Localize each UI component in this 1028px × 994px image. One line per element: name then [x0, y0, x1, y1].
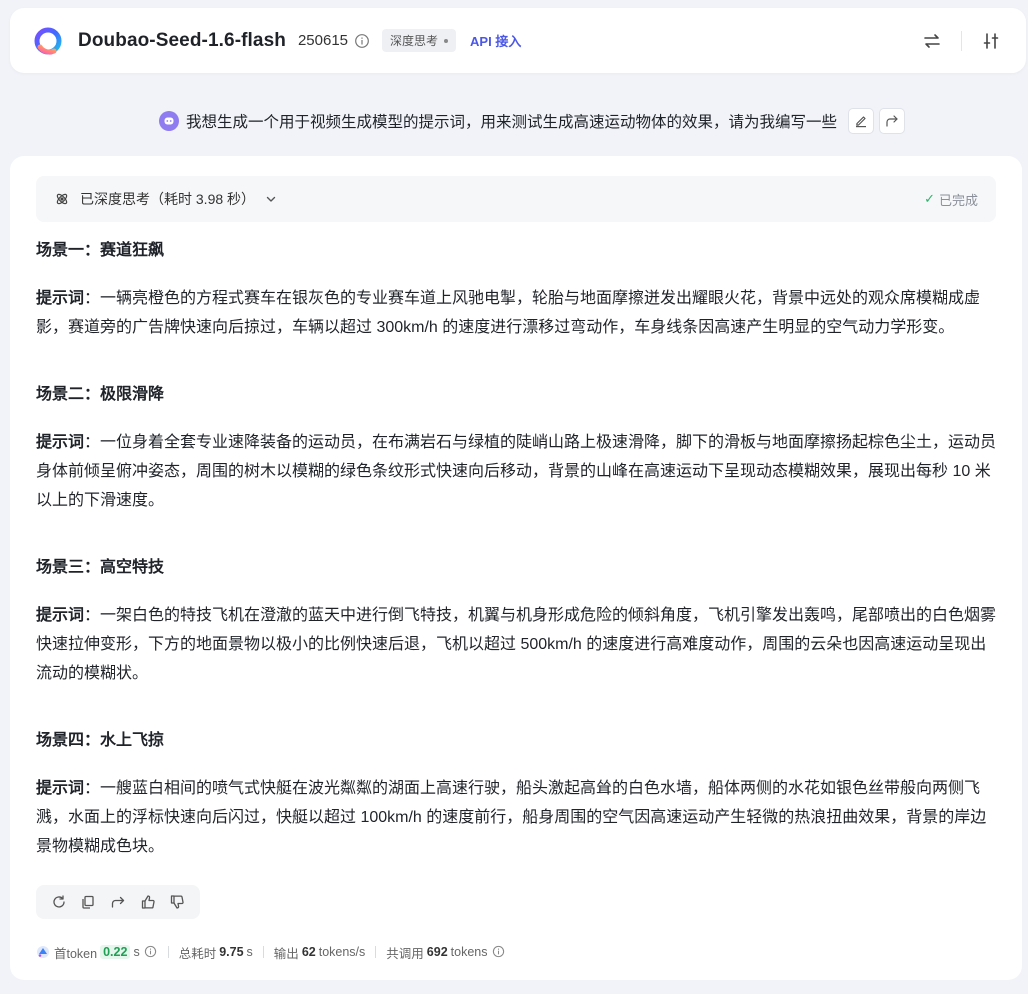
user-avatar-icon: [158, 111, 179, 131]
doubao-logo-icon: [34, 27, 62, 55]
thumbs-up-icon[interactable]: [140, 894, 156, 910]
deep-think-tag-label: 深度思考: [390, 34, 439, 48]
total-time-label: 总耗时: [178, 946, 217, 961]
think-status-label: 已完成: [938, 192, 978, 208]
scene-prompt: 提示词：一架白色的特技飞机在澄澈的蓝天中进行倒飞特技，机翼与机身形成危险的倾斜角…: [36, 601, 998, 688]
total-tokens-stat: 共调用 692 tokens: [386, 943, 505, 962]
prompt-prefix: 提示词: [36, 607, 85, 624]
info-icon[interactable]: [354, 33, 370, 49]
generation-stats: 首token 0.22 s 总耗时 9.75 s 输出 62 tokens/s …: [36, 941, 506, 963]
regenerate-icon[interactable]: [51, 894, 67, 910]
model-name: Doubao-Seed-1.6-flash: [78, 29, 286, 51]
scene-prompt-text: ：一架白色的特技飞机在澄澈的蓝天中进行倒飞特技，机翼与机身形成危险的倾斜角度，飞…: [36, 607, 997, 682]
top-bar: Doubao-Seed-1.6-flash 250615 深度思考 API 接入: [10, 8, 1026, 73]
scene-prompt: 提示词：一位身着全套专业速降装备的运动员，在布满岩石与绿植的陡峭山路上极速滑降，…: [36, 428, 998, 515]
first-token-unit: s: [133, 945, 140, 959]
answer-content: 场景一：赛道狂飙 提示词：一辆亮橙色的方程式赛车在银灰色的专业赛车道上风驰电掣，…: [36, 234, 998, 897]
output-speed-label: 输出: [273, 946, 299, 961]
think-status: ✓ 已完成: [924, 190, 978, 209]
output-speed-value: 62: [301, 945, 316, 959]
model-version: 250615: [297, 32, 349, 49]
scene-title: 场景三：高空特技: [36, 559, 165, 576]
scene-block: 场景一：赛道狂飙 提示词：一辆亮橙色的方程式赛车在银灰色的专业赛车道上风驰电掣，…: [36, 234, 998, 342]
swap-icon[interactable]: [921, 30, 943, 52]
total-time-unit: s: [246, 945, 253, 959]
check-icon: ✓: [924, 191, 935, 206]
token-speed-icon: [36, 945, 50, 959]
copy-icon[interactable]: [80, 894, 96, 910]
info-icon[interactable]: [144, 945, 158, 959]
scene-prompt-text: ：一辆亮橙色的方程式赛车在银灰色的专业赛车道上风驰电掣，轮胎与地面摩擦迸发出耀眼…: [36, 290, 981, 336]
divider: [375, 946, 377, 958]
user-prompt: 我想生成一个用于视频生成模型的提示词，用来测试生成高速运动物体的效果，请为我编写…: [158, 108, 905, 134]
divider: [961, 30, 962, 51]
scene-title: 场景一：赛道狂飙: [36, 242, 165, 259]
thumbs-down-icon[interactable]: [169, 894, 185, 910]
deep-think-label: 已深度思考（耗时 3.98 秒）: [80, 191, 256, 207]
scene-prompt-text: ：一艘蓝白相间的喷气式快艇在波光粼粼的湖面上高速行驶，船头激起高耸的白色水墙，船…: [36, 780, 987, 855]
prompt-prefix: 提示词: [36, 290, 85, 307]
share-prompt-button[interactable]: [879, 108, 905, 134]
edit-icon: [854, 114, 868, 128]
first-token-label: 首token: [54, 946, 98, 961]
first-token-value: 0.22: [100, 945, 131, 959]
share-icon[interactable]: [110, 894, 126, 910]
scene-prompt: 提示词：一辆亮橙色的方程式赛车在银灰色的专业赛车道上风驰电掣，轮胎与地面摩擦迸发…: [36, 284, 998, 342]
answer-action-bar: [36, 885, 200, 919]
divider: [167, 946, 169, 958]
scene-block: 场景三：高空特技 提示词：一架白色的特技飞机在澄澈的蓝天中进行倒飞特技，机翼与机…: [36, 551, 998, 688]
first-token-stat: 首token 0.22 s: [36, 943, 158, 962]
prompt-prefix: 提示词: [36, 780, 85, 797]
divider: [262, 946, 264, 958]
scene-block: 场景二：极限滑降 提示词：一位身着全套专业速降装备的运动员，在布满岩石与绿植的陡…: [36, 378, 998, 515]
total-time-value: 9.75: [219, 945, 244, 959]
settings-sliders-icon[interactable]: [980, 30, 1002, 52]
total-tokens-unit: tokens: [450, 945, 488, 959]
share-icon: [885, 114, 899, 128]
prompt-prefix: 提示词: [36, 434, 85, 451]
user-prompt-row: 我想生成一个用于视频生成模型的提示词，用来测试生成高速运动物体的效果，请为我编写…: [0, 105, 1028, 137]
output-speed-stat: 输出 62 tokens/s: [274, 943, 365, 962]
edit-prompt-button[interactable]: [848, 108, 874, 134]
dot-icon: [444, 38, 449, 43]
user-prompt-text: 我想生成一个用于视频生成模型的提示词，用来测试生成高速运动物体的效果，请为我编写…: [185, 114, 837, 131]
total-time-stat: 总耗时 9.75 s: [179, 943, 253, 962]
info-icon[interactable]: [492, 945, 506, 959]
scene-title: 场景二：极限滑降: [36, 386, 165, 403]
scene-prompt: 提示词：一艘蓝白相间的喷气式快艇在波光粼粼的湖面上高速行驶，船头激起高耸的白色水…: [36, 774, 998, 861]
output-speed-unit: tokens/s: [318, 945, 366, 959]
total-tokens-value: 692: [426, 945, 448, 959]
scene-title: 场景四：水上飞掠: [36, 732, 165, 749]
answer-card: 已深度思考（耗时 3.98 秒） ✓ 已完成 场景一：赛道狂飙 提示词：一辆亮橙…: [10, 156, 1022, 980]
scene-prompt-text: ：一位身着全套专业速降装备的运动员，在布满岩石与绿植的陡峭山路上极速滑降，脚下的…: [36, 434, 997, 509]
deep-think-tag[interactable]: 深度思考: [382, 29, 457, 52]
deep-think-panel[interactable]: 已深度思考（耗时 3.98 秒） ✓ 已完成: [36, 176, 996, 222]
top-right-tools: [921, 30, 1002, 52]
api-access-link[interactable]: API 接入: [470, 31, 521, 50]
deep-think-icon: [54, 191, 70, 207]
total-tokens-label: 共调用: [386, 946, 424, 961]
scene-block: 场景四：水上飞掠 提示词：一艘蓝白相间的喷气式快艇在波光粼粼的湖面上高速行驶，船…: [36, 724, 998, 861]
chevron-down-icon[interactable]: [265, 193, 277, 205]
